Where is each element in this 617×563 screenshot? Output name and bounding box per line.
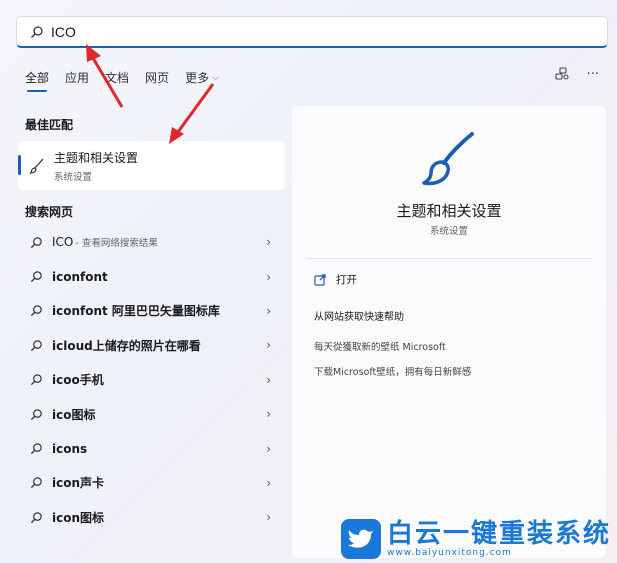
tab-more-label: 更多 <box>185 71 210 85</box>
search-box[interactable] <box>16 16 608 48</box>
tab-apps[interactable]: 应用 <box>65 69 89 92</box>
web-search-heading: 搜索网页 <box>25 205 74 219</box>
web-result-text: ico图标 <box>52 407 96 422</box>
best-match-heading: 最佳匹配 <box>25 118 74 132</box>
web-result-list: ICO - 查看网络搜索结果 › iconfont › iconfont 阿里巴… <box>18 225 285 535</box>
web-result-text: icons <box>52 441 88 456</box>
detail-panel: 主题和相关设置 系统设置 打开 从网站获取快速帮助 每天從獲取新的壁纸 Micr… <box>292 106 606 558</box>
search-icon <box>30 270 46 283</box>
web-result-text: icon图标 <box>52 510 105 525</box>
watermark-logo: 白云一键重装系统 www.baiyunxitong.com <box>340 519 611 559</box>
top-right-tools: ··· <box>555 67 599 85</box>
chevron-right-icon: › <box>266 441 271 456</box>
bird-logo-icon <box>340 519 381 559</box>
search-icon <box>30 408 46 421</box>
open-button[interactable]: 打开 <box>314 272 357 287</box>
chevron-right-icon: › <box>266 475 271 490</box>
chevron-right-icon: › <box>266 510 271 525</box>
search-icon <box>30 511 46 524</box>
web-result-item[interactable]: ico图标 › <box>18 397 285 431</box>
help-link-download[interactable]: 下载Microsoft壁纸，拥有每日新鲜感 <box>314 364 471 378</box>
web-result-text: iconfont <box>52 269 108 284</box>
open-label: 打开 <box>336 274 357 286</box>
watermark-url: www.baiyunxitong.com <box>386 548 512 558</box>
selection-indicator <box>18 155 21 175</box>
web-result-item[interactable]: ICO - 查看网络搜索结果 › <box>18 225 285 259</box>
divider <box>306 258 592 259</box>
search-icon <box>29 24 45 40</box>
brush-icon <box>420 130 478 192</box>
web-result-item[interactable]: iconfont › <box>18 259 285 293</box>
account-switch-icon[interactable] <box>555 67 569 85</box>
chevron-right-icon: › <box>266 338 271 353</box>
help-link-wallpaper[interactable]: 每天從獲取新的壁纸 Microsoft <box>314 339 446 353</box>
chevron-right-icon: › <box>266 303 271 318</box>
web-result-item[interactable]: icons › <box>18 431 285 465</box>
filter-tabs: 全部 应用 文档 网页 更多 ⌵ <box>25 69 235 92</box>
chevron-down-icon: ⌵ <box>212 72 219 83</box>
tab-all[interactable]: 全部 <box>25 69 49 92</box>
search-icon <box>30 373 46 386</box>
open-external-icon <box>314 273 326 286</box>
more-options-button[interactable]: ··· <box>587 67 599 85</box>
tab-documents[interactable]: 文档 <box>105 69 129 92</box>
chevron-right-icon: › <box>266 269 271 284</box>
best-match-title: 主题和相关设置 <box>54 150 139 165</box>
chevron-right-icon: › <box>266 407 271 422</box>
web-result-text: icon声卡 <box>52 476 105 491</box>
detail-subtitle: 系统设置 <box>429 226 468 237</box>
web-result-item[interactable]: iconfont 阿里巴巴矢量图标库 › <box>18 294 285 328</box>
search-input[interactable] <box>51 23 551 40</box>
web-result-text: icloud上储存的照片在哪看 <box>52 338 201 353</box>
best-match-item[interactable]: 主题和相关设置 系统设置 <box>18 141 285 190</box>
tab-web[interactable]: 网页 <box>145 69 169 92</box>
annotation-arrow-best-match <box>169 83 215 144</box>
web-result-item[interactable]: icloud上储存的照片在哪看 › <box>18 328 285 362</box>
web-result-subtext: - 查看网络搜索结果 <box>75 238 158 250</box>
tab-more[interactable]: 更多 ⌵ <box>185 69 219 92</box>
web-result-item[interactable]: icoo手机 › <box>18 363 285 397</box>
help-heading: 从网站获取快速帮助 <box>314 312 404 323</box>
web-result-text: iconfont 阿里巴巴矢量图标库 <box>52 304 220 319</box>
chevron-right-icon: › <box>266 235 271 250</box>
search-icon <box>30 442 46 455</box>
web-result-text: icoo手机 <box>52 373 104 388</box>
search-icon <box>30 476 46 489</box>
chevron-right-icon: › <box>266 372 271 387</box>
web-result-item[interactable]: icon图标 › <box>18 500 285 534</box>
brush-icon <box>28 157 46 175</box>
web-result-text: ICO <box>52 235 74 250</box>
web-result-item[interactable]: icon声卡 › <box>18 466 285 500</box>
detail-title: 主题和相关设置 <box>396 202 502 220</box>
best-match-subtitle: 系统设置 <box>54 171 93 183</box>
search-icon <box>30 304 46 317</box>
watermark-title: 白云一键重装系统 <box>386 519 611 549</box>
search-icon <box>30 339 46 352</box>
search-icon <box>30 236 46 249</box>
